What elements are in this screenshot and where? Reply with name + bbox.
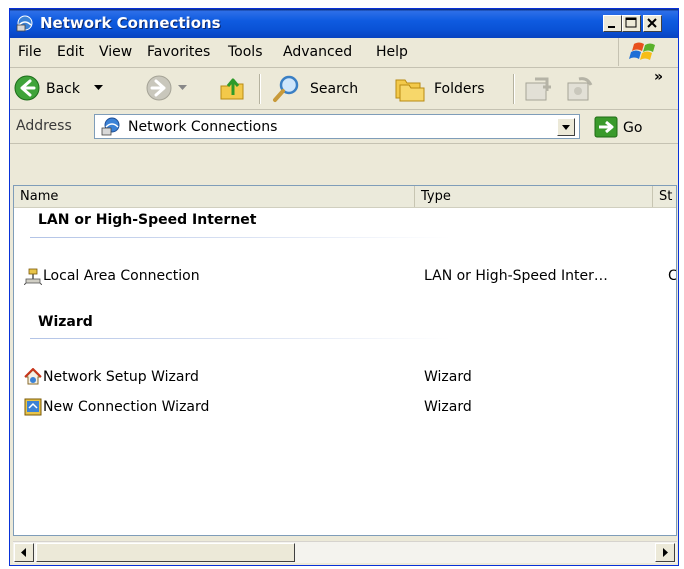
menu-bar: File Edit View Favorites Tools Advanced … xyxy=(10,38,678,68)
list-item-network-setup-wizard[interactable]: Network Setup Wizard Wizard xyxy=(14,366,676,388)
menu-view[interactable]: View xyxy=(99,44,132,60)
up-folder-button[interactable] xyxy=(219,74,247,102)
forward-button[interactable] xyxy=(145,71,191,105)
windows-logo-icon xyxy=(629,42,655,60)
search-button[interactable]: Search xyxy=(272,71,384,105)
search-label: Search xyxy=(310,81,359,97)
folders-label: Folders xyxy=(434,81,485,97)
folders-button[interactable]: Folders xyxy=(394,71,504,105)
item-status: C xyxy=(668,268,677,284)
go-label: Go xyxy=(623,120,643,136)
search-icon xyxy=(273,75,299,102)
list-item-new-connection-wizard[interactable]: New Connection Wizard Wizard xyxy=(14,396,676,418)
address-field[interactable]: Network Connections xyxy=(94,114,580,139)
chevron-down-icon xyxy=(562,125,570,130)
arrow-left-icon xyxy=(21,548,26,557)
network-connection-icon xyxy=(24,268,42,285)
address-value: Network Connections xyxy=(128,119,278,135)
minimize-button[interactable] xyxy=(603,15,622,32)
menu-favorites[interactable]: Favorites xyxy=(147,44,210,60)
network-connections-icon xyxy=(101,117,120,136)
group-title-lan: LAN or High-Speed Internet xyxy=(38,212,257,228)
go-arrow-icon xyxy=(594,116,618,138)
scroll-thumb[interactable] xyxy=(36,543,295,562)
chevron-down-icon xyxy=(94,85,103,90)
item-type: Wizard xyxy=(424,369,472,385)
go-button[interactable]: Go xyxy=(591,115,675,139)
close-icon xyxy=(647,18,657,28)
menu-tools[interactable]: Tools xyxy=(228,44,263,60)
file-list-view[interactable]: Name Type St LAN or High-Speed Internet … xyxy=(13,185,677,536)
item-type: LAN or High-Speed Inter… xyxy=(424,268,608,284)
network-connections-icon xyxy=(16,15,33,32)
group-divider xyxy=(30,338,450,339)
list-item-local-area-connection[interactable]: Local Area Connection LAN or High-Speed … xyxy=(14,265,676,287)
window-title: Network Connections xyxy=(40,14,221,32)
item-name: New Connection Wizard xyxy=(43,399,210,415)
new-connection-wizard-icon xyxy=(24,398,42,416)
column-header-type[interactable]: Type xyxy=(415,186,653,207)
close-button[interactable] xyxy=(643,15,662,32)
maximize-button[interactable] xyxy=(622,15,641,32)
maximize-icon xyxy=(625,17,637,28)
menu-edit[interactable]: Edit xyxy=(57,44,84,60)
horizontal-scrollbar[interactable] xyxy=(13,541,677,563)
folders-icon xyxy=(395,79,425,102)
copy-to-icon[interactable] xyxy=(565,75,595,103)
standard-toolbar: Back Search Folders » xyxy=(10,68,678,110)
address-dropdown-button[interactable] xyxy=(557,118,575,136)
scroll-right-button[interactable] xyxy=(655,543,675,562)
forward-arrow-icon xyxy=(146,75,172,101)
column-header-status[interactable]: St xyxy=(653,186,676,207)
menu-advanced[interactable]: Advanced xyxy=(283,44,352,60)
menu-help[interactable]: Help xyxy=(376,44,408,60)
menu-file[interactable]: File xyxy=(18,44,41,60)
minimize-icon xyxy=(608,26,615,28)
item-name: Local Area Connection xyxy=(43,268,200,284)
title-bar[interactable]: Network Connections xyxy=(10,9,678,38)
toolbar-separator xyxy=(259,74,261,104)
back-arrow-icon xyxy=(14,75,40,101)
toolbar-separator xyxy=(513,74,515,104)
network-setup-wizard-icon xyxy=(24,368,42,385)
move-to-icon[interactable] xyxy=(523,75,553,103)
explorer-window: Network Connections File Edit View Favor… xyxy=(9,8,679,566)
address-label: Address xyxy=(16,118,72,134)
scroll-left-button[interactable] xyxy=(14,543,34,562)
windows-flag-logo xyxy=(618,38,671,66)
back-button[interactable]: Back xyxy=(13,71,131,105)
group-title-wizard: Wizard xyxy=(38,314,93,330)
item-type: Wizard xyxy=(424,399,472,415)
column-header-name[interactable]: Name xyxy=(14,186,415,207)
address-bar: Address Network Connections Go xyxy=(10,110,678,144)
item-name: Network Setup Wizard xyxy=(43,369,199,385)
back-label: Back xyxy=(46,81,80,97)
column-header-bar: Name Type St xyxy=(14,186,676,208)
chevron-down-icon xyxy=(178,85,187,90)
group-divider xyxy=(30,237,450,238)
toolbar-overflow-chevron[interactable]: » xyxy=(654,69,663,85)
arrow-right-icon xyxy=(663,548,668,557)
